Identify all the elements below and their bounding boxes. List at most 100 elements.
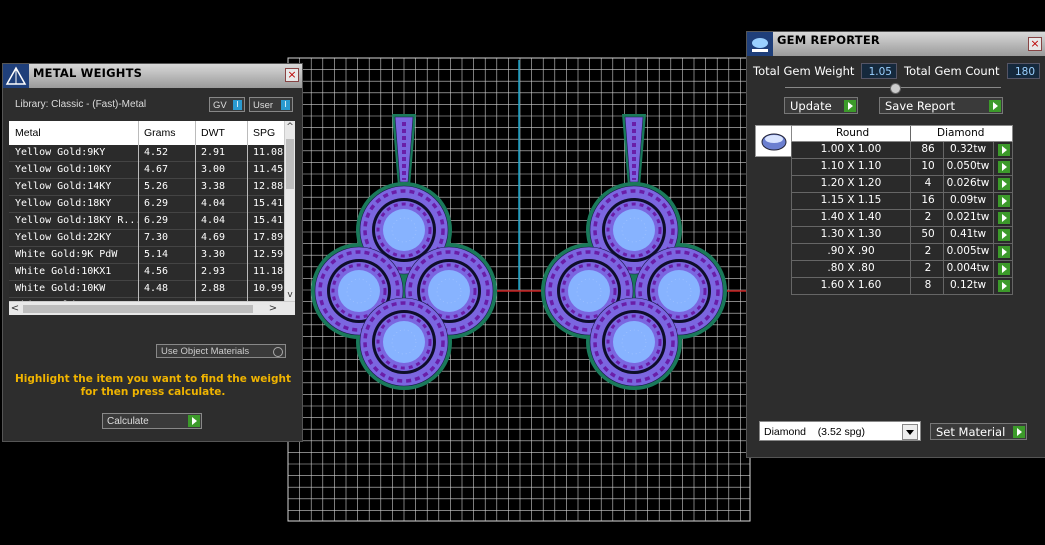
gem-cell: 16 xyxy=(921,194,935,206)
gv-label: GV xyxy=(213,100,227,111)
gem-cell: 0.32tw xyxy=(949,143,987,155)
metal-table-vscroll[interactable]: ^ v xyxy=(284,121,295,301)
gem-cell: 0.41tw xyxy=(949,228,987,240)
gem-cell: 1.40 X 1.40 xyxy=(820,211,882,223)
play-icon[interactable] xyxy=(998,280,1010,292)
table-cell: 11.18 xyxy=(253,266,284,277)
metal-table-hscroll[interactable]: < > xyxy=(9,301,295,315)
col-dwt[interactable]: DWT xyxy=(201,127,225,139)
table-row[interactable]: Yellow Gold:14KY 5.26 3.38 12.88 xyxy=(9,179,286,196)
table-cell: White Gold:10KW xyxy=(15,283,106,294)
table-cell: 4.56 xyxy=(144,266,169,277)
use-object-materials-checkbox[interactable]: Use Object Materials xyxy=(156,344,286,358)
play-icon xyxy=(1013,426,1025,438)
library-label: Library: Classic - (Fast)-Metal xyxy=(15,99,147,110)
table-cell: 4.67 xyxy=(144,164,169,175)
scroll-left-icon[interactable]: < xyxy=(9,302,21,315)
material-select[interactable]: Diamond (3.52 spg) xyxy=(759,421,921,441)
chevron-down-icon[interactable] xyxy=(902,424,918,440)
material-select-value: Diamond (3.52 spg) xyxy=(764,426,865,438)
col-grams[interactable]: Grams xyxy=(144,127,176,139)
metal-weights-titlebar[interactable]: METAL WEIGHTS × xyxy=(3,64,302,88)
gem-cell: 0.12tw xyxy=(949,279,987,291)
gem-row[interactable]: .90 X .90 2 0.005tw xyxy=(791,244,1013,261)
table-cell: 15.41 xyxy=(253,198,284,209)
table-row[interactable]: White Gold:9K PdW 5.14 3.30 12.59 xyxy=(9,247,286,264)
play-icon[interactable] xyxy=(998,229,1010,241)
table-cell: 6.29 xyxy=(144,198,169,209)
table-cell: 2.93 xyxy=(201,266,226,277)
gem-cell: 2 xyxy=(924,262,932,274)
total-gem-weight-value: 1.05 xyxy=(861,63,897,79)
hint-text: Highlight the item you want to find the … xyxy=(13,373,293,399)
close-icon[interactable]: × xyxy=(1028,37,1042,51)
gem-cell: 0.050tw xyxy=(946,160,990,172)
save-report-label: Save Report xyxy=(885,99,956,113)
table-row[interactable]: White Gold:10KW 4.48 2.88 10.99 xyxy=(9,281,286,298)
scroll-right-icon[interactable]: > xyxy=(267,302,279,315)
gem-row[interactable]: 1.20 X 1.20 4 0.026tw xyxy=(791,176,1013,193)
calculate-button[interactable]: Calculate xyxy=(102,413,202,429)
play-icon[interactable] xyxy=(998,195,1010,207)
gem-reporter-titlebar[interactable]: GEM REPORTER × xyxy=(747,32,1045,56)
play-icon[interactable] xyxy=(998,263,1010,275)
hscroll-thumb[interactable] xyxy=(23,305,253,313)
table-cell: 7.30 xyxy=(144,232,169,243)
gem-row[interactable]: 1.40 X 1.40 2 0.021tw xyxy=(791,210,1013,227)
table-row[interactable]: Yellow Gold:18KY 6.29 4.04 15.41 xyxy=(9,196,286,213)
table-row[interactable]: Yellow Gold:10KY 4.67 3.00 11.45 xyxy=(9,162,286,179)
gem-cell: 1.00 X 1.00 xyxy=(820,143,882,155)
play-icon[interactable] xyxy=(998,178,1010,190)
hint-line-1: Highlight the item you want to find the … xyxy=(15,373,291,385)
user-toggle[interactable]: User I xyxy=(249,97,293,112)
col-spg[interactable]: SPG xyxy=(253,127,275,139)
metal-table-rows: Yellow Gold:9KY 4.52 2.91 11.08 Yellow Gold:… xyxy=(9,145,286,315)
gem-cell: 50 xyxy=(921,228,935,240)
update-button[interactable]: Update xyxy=(784,97,858,114)
gem-cell: 1.20 X 1.20 xyxy=(820,177,882,189)
set-material-button[interactable]: Set Material xyxy=(930,423,1027,440)
metal-weights-panel: METAL WEIGHTS × Library: Classic - (Fast… xyxy=(2,63,303,442)
gem-row[interactable]: 1.10 X 1.10 10 0.050tw xyxy=(791,159,1013,176)
table-cell: 2.88 xyxy=(201,283,226,294)
round-diamond-icon xyxy=(755,125,793,157)
gem-cell: 8 xyxy=(924,279,932,291)
metal-table[interactable]: Metal Grams DWT SPG Yellow Gold:9KY 4.52 2… xyxy=(9,121,295,315)
gem-table-header: Round Diamond xyxy=(791,125,1013,142)
table-cell: 15.41 xyxy=(253,215,284,226)
table-cell: Yellow Gold:14KY xyxy=(15,181,112,192)
gem-row[interactable]: 1.00 X 1.00 86 0.32tw xyxy=(791,142,1013,159)
splitter-handle[interactable] xyxy=(890,83,901,94)
scroll-thumb[interactable] xyxy=(286,139,294,189)
col-metal[interactable]: Metal xyxy=(15,127,41,139)
play-icon[interactable] xyxy=(998,161,1010,173)
gem-row[interactable]: 1.30 X 1.30 50 0.41tw xyxy=(791,227,1013,244)
table-row[interactable]: White Gold:10KX1 4.56 2.93 11.18 xyxy=(9,264,286,281)
gv-toggle[interactable]: GV I xyxy=(209,97,245,112)
play-icon[interactable] xyxy=(998,246,1010,258)
gem-row[interactable]: 1.15 X 1.15 16 0.09tw xyxy=(791,193,1013,210)
gem-cell: 0.026tw xyxy=(946,177,990,189)
table-row[interactable]: Yellow Gold:18KY R... 6.29 4.04 15.41 xyxy=(9,213,286,230)
table-cell: Yellow Gold:22KY xyxy=(15,232,112,243)
scroll-up-icon[interactable]: ^ xyxy=(285,121,295,133)
gem-table[interactable]: Round Diamond 1.00 X 1.00 86 0.32tw 1.10 X … xyxy=(791,125,1013,295)
total-gem-count-label: Total Gem Count xyxy=(904,64,1000,78)
save-report-button[interactable]: Save Report xyxy=(879,97,1003,114)
gem-row[interactable]: .80 X .80 2 0.004tw xyxy=(791,261,1013,278)
play-icon[interactable] xyxy=(998,212,1010,224)
table-cell: 10.99 xyxy=(253,283,284,294)
metal-table-header: Metal Grams DWT SPG xyxy=(9,121,286,146)
table-row[interactable]: Yellow Gold:9KY 4.52 2.91 11.08 xyxy=(9,145,286,162)
gem-cell: 2 xyxy=(924,245,932,257)
gem-row[interactable]: 1.60 X 1.60 8 0.12tw xyxy=(791,278,1013,295)
table-cell: Yellow Gold:18KY xyxy=(15,198,112,209)
play-icon[interactable] xyxy=(998,144,1010,156)
use-object-materials-label: Use Object Materials xyxy=(161,346,250,357)
scroll-down-icon[interactable]: v xyxy=(285,289,295,301)
gem-cell: 0.005tw xyxy=(946,245,990,257)
table-row[interactable]: Yellow Gold:22KY 7.30 4.69 17.89 xyxy=(9,230,286,247)
col-diamond: Diamond xyxy=(937,127,985,139)
user-label: User xyxy=(253,100,274,111)
close-icon[interactable]: × xyxy=(285,68,299,82)
